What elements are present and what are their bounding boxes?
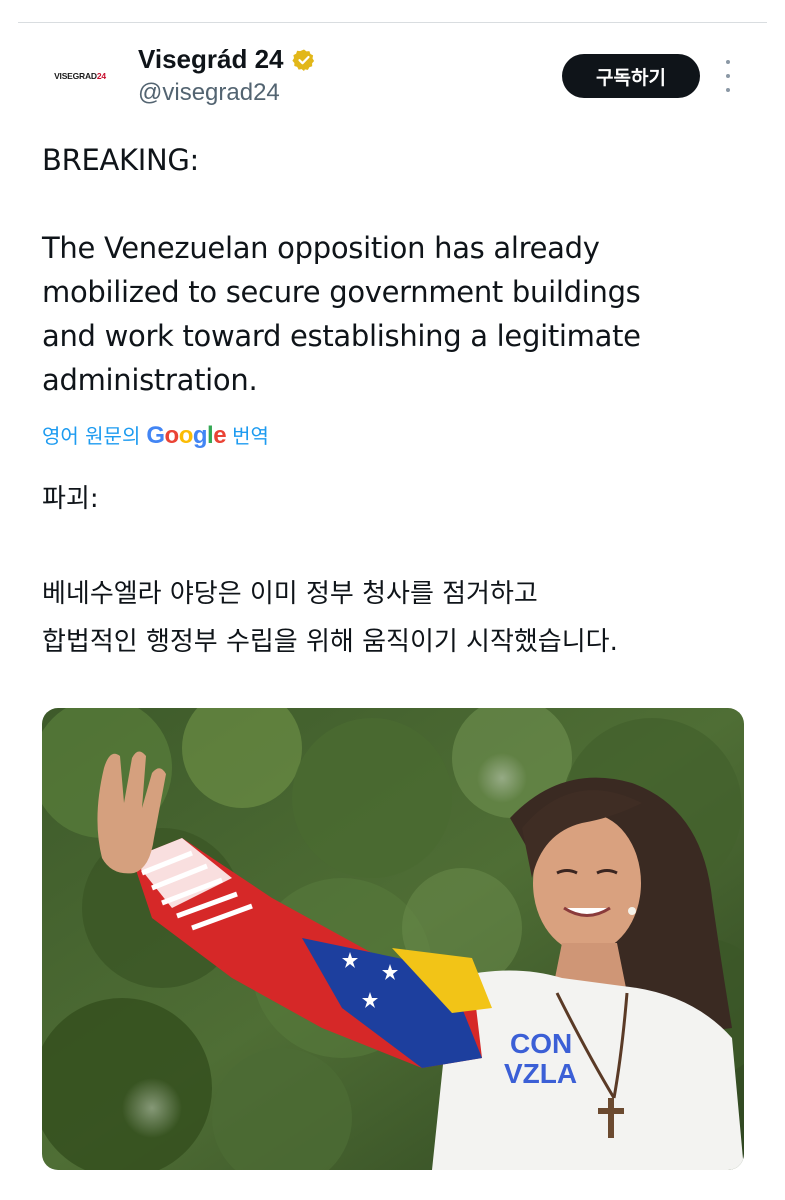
shirt-text-line2: VZLA [504,1058,577,1089]
google-letter: G [146,422,165,449]
avatar-logo: VISEGRAD24 [54,71,106,81]
google-letter: g [192,422,208,449]
tweet-media-photo[interactable]: CON VZLA [42,708,744,1170]
verified-badge-icon[interactable] [291,48,316,72]
avatar-logo-text: VISEGRAD [54,71,97,81]
photo-illustration: CON VZLA [42,708,744,1170]
top-divider [18,22,767,23]
translation-suffix: 번역 [232,424,269,448]
handle[interactable]: @visegrad24 [138,79,316,107]
tweet-header: VISEGRAD24 Visegrád 24 @visegrad24 구독하기 [42,38,747,118]
google-letter: e [213,422,227,449]
more-dot [726,74,730,78]
display-name-row: Visegrád 24 [138,44,316,75]
translation-prefix: 영어 원문의 [42,424,141,448]
author-info: Visegrád 24 @visegrad24 [138,44,316,107]
google-letter: o [164,422,180,449]
avatar[interactable]: VISEGRAD24 [42,38,118,114]
tweet-body: The Venezuelan opposition has already mo… [42,231,641,397]
subscribe-button[interactable]: 구독하기 [562,54,700,98]
google-letter: o [178,422,194,449]
translated-headline: 파괴: [42,484,99,514]
display-name[interactable]: Visegrád 24 [138,44,284,75]
tweet-headline: BREAKING: [42,143,200,177]
avatar-logo-accent: 24 [96,71,106,81]
shirt-text-line1: CON [510,1028,572,1059]
more-dot [726,88,730,92]
translated-body: 베네수엘라 야당은 이미 정부 청사를 점거하고 합법적인 행정부 수립을 위해… [42,579,618,657]
more-options-icon[interactable] [722,60,734,92]
google-logo: Google [146,422,226,450]
translation-attribution[interactable]: 영어 원문의 Google 번역 [42,420,269,450]
more-dot [726,60,730,64]
